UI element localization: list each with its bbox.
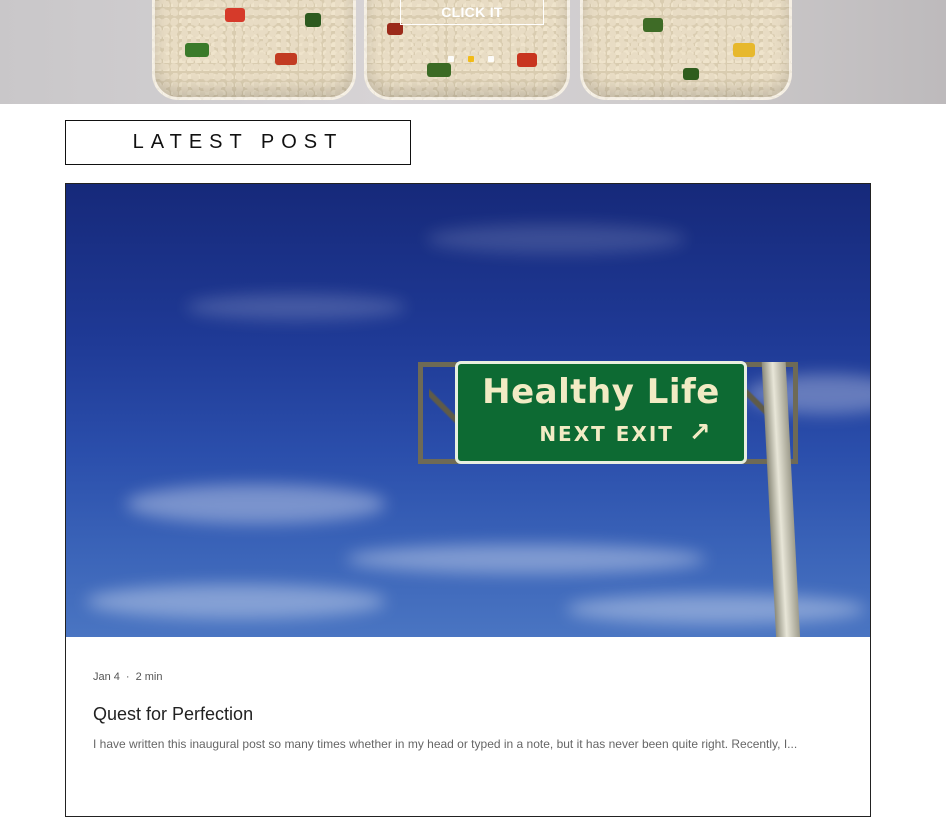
slide-dot-active[interactable]	[468, 56, 474, 62]
sign-panel: Healthy Life NEXT EXIT ↗	[455, 361, 747, 464]
post-cover-image[interactable]: Healthy Life NEXT EXIT ↗	[66, 184, 870, 637]
slide-dot[interactable]	[448, 56, 454, 62]
sign-line-2: NEXT EXIT ↗	[458, 418, 744, 448]
sign-line-1: Healthy Life	[482, 372, 720, 412]
sign-next-exit: NEXT EXIT	[539, 422, 674, 446]
jar-image	[580, 0, 792, 100]
post-meta: Jan 4 · 2 min	[93, 671, 163, 683]
click-it-button[interactable]: CLICK IT	[400, 0, 544, 25]
blog-post-card[interactable]: Healthy Life NEXT EXIT ↗ Jan 4 · 2 min Q…	[65, 183, 871, 817]
slider-dots	[448, 56, 494, 62]
hero-banner: CLICK IT	[0, 0, 946, 104]
arrow-icon: ↗	[688, 418, 713, 448]
post-date: Jan 4	[93, 671, 120, 683]
post-read-time: 2 min	[135, 671, 163, 683]
post-excerpt: I have written this inaugural post so ma…	[93, 737, 798, 751]
jar-image	[152, 0, 356, 100]
meta-separator: ·	[125, 671, 130, 683]
slide-dot[interactable]	[488, 56, 494, 62]
latest-post-heading: LATEST POST	[65, 120, 411, 165]
highway-sign: Healthy Life NEXT EXIT ↗	[418, 356, 806, 472]
post-title[interactable]: Quest for Perfection	[93, 704, 253, 725]
